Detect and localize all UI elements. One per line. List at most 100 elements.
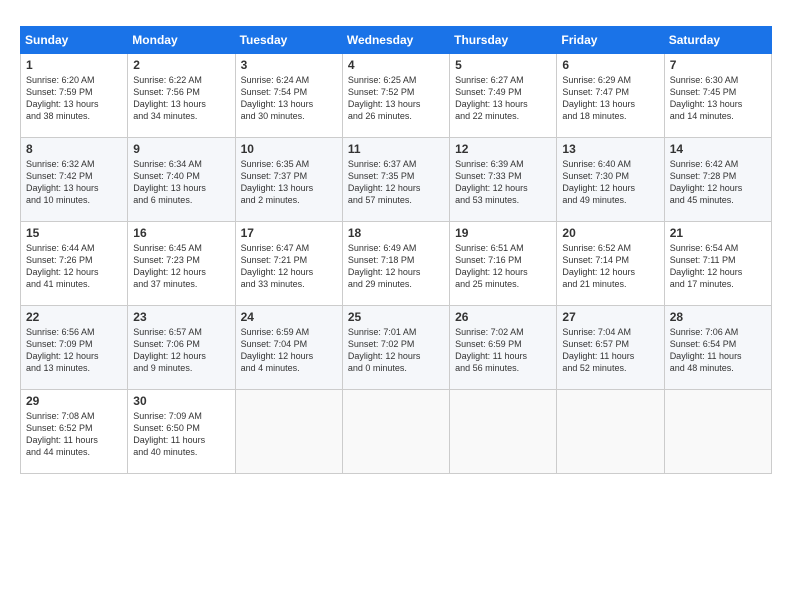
day-number: 8 — [26, 142, 122, 156]
day-number: 16 — [133, 226, 229, 240]
day-number: 22 — [26, 310, 122, 324]
day-info: Sunrise: 6:27 AM Sunset: 7:49 PM Dayligh… — [455, 74, 551, 123]
day-info: Sunrise: 6:45 AM Sunset: 7:23 PM Dayligh… — [133, 242, 229, 291]
day-info: Sunrise: 6:57 AM Sunset: 7:06 PM Dayligh… — [133, 326, 229, 375]
day-number: 14 — [670, 142, 766, 156]
day-number: 27 — [562, 310, 658, 324]
cell-week2-day3: 10 Sunrise: 6:35 AM Sunset: 7:37 PM Dayli… — [235, 138, 342, 222]
cell-week5-day3 — [235, 390, 342, 474]
cell-week1-day1: 1 Sunrise: 6:20 AM Sunset: 7:59 PM Daylig… — [21, 54, 128, 138]
day-number: 23 — [133, 310, 229, 324]
day-number: 29 — [26, 394, 122, 408]
day-number: 9 — [133, 142, 229, 156]
day-info: Sunrise: 7:09 AM Sunset: 6:50 PM Dayligh… — [133, 410, 229, 459]
cell-week1-day5: 5 Sunrise: 6:27 AM Sunset: 7:49 PM Daylig… — [450, 54, 557, 138]
day-number: 1 — [26, 58, 122, 72]
cell-week1-day4: 4 Sunrise: 6:25 AM Sunset: 7:52 PM Daylig… — [342, 54, 449, 138]
cell-week2-day7: 14 Sunrise: 6:42 AM Sunset: 7:28 PM Dayli… — [664, 138, 771, 222]
day-info: Sunrise: 6:32 AM Sunset: 7:42 PM Dayligh… — [26, 158, 122, 207]
day-info: Sunrise: 6:40 AM Sunset: 7:30 PM Dayligh… — [562, 158, 658, 207]
cell-week4-day5: 26 Sunrise: 7:02 AM Sunset: 6:59 PM Dayli… — [450, 306, 557, 390]
day-number: 15 — [26, 226, 122, 240]
col-header-wednesday: Wednesday — [342, 27, 449, 54]
day-info: Sunrise: 6:34 AM Sunset: 7:40 PM Dayligh… — [133, 158, 229, 207]
col-header-sunday: Sunday — [21, 27, 128, 54]
day-info: Sunrise: 7:01 AM Sunset: 7:02 PM Dayligh… — [348, 326, 444, 375]
cell-week3-day6: 20 Sunrise: 6:52 AM Sunset: 7:14 PM Dayli… — [557, 222, 664, 306]
day-info: Sunrise: 7:02 AM Sunset: 6:59 PM Dayligh… — [455, 326, 551, 375]
calendar-page: SundayMondayTuesdayWednesdayThursdayFrid… — [0, 0, 792, 612]
col-header-friday: Friday — [557, 27, 664, 54]
day-info: Sunrise: 6:30 AM Sunset: 7:45 PM Dayligh… — [670, 74, 766, 123]
cell-week2-day5: 12 Sunrise: 6:39 AM Sunset: 7:33 PM Dayli… — [450, 138, 557, 222]
calendar-table: SundayMondayTuesdayWednesdayThursdayFrid… — [20, 26, 772, 474]
day-info: Sunrise: 7:04 AM Sunset: 6:57 PM Dayligh… — [562, 326, 658, 375]
cell-week2-day2: 9 Sunrise: 6:34 AM Sunset: 7:40 PM Daylig… — [128, 138, 235, 222]
day-info: Sunrise: 6:24 AM Sunset: 7:54 PM Dayligh… — [241, 74, 337, 123]
day-number: 24 — [241, 310, 337, 324]
cell-week4-day3: 24 Sunrise: 6:59 AM Sunset: 7:04 PM Dayli… — [235, 306, 342, 390]
cell-week2-day1: 8 Sunrise: 6:32 AM Sunset: 7:42 PM Daylig… — [21, 138, 128, 222]
cell-week4-day2: 23 Sunrise: 6:57 AM Sunset: 7:06 PM Dayli… — [128, 306, 235, 390]
cell-week4-day4: 25 Sunrise: 7:01 AM Sunset: 7:02 PM Dayli… — [342, 306, 449, 390]
cell-week5-day1: 29 Sunrise: 7:08 AM Sunset: 6:52 PM Dayli… — [21, 390, 128, 474]
day-number: 4 — [348, 58, 444, 72]
cell-week4-day1: 22 Sunrise: 6:56 AM Sunset: 7:09 PM Dayli… — [21, 306, 128, 390]
day-number: 10 — [241, 142, 337, 156]
cell-week5-day5 — [450, 390, 557, 474]
cell-week3-day4: 18 Sunrise: 6:49 AM Sunset: 7:18 PM Dayli… — [342, 222, 449, 306]
day-number: 7 — [670, 58, 766, 72]
day-info: Sunrise: 6:25 AM Sunset: 7:52 PM Dayligh… — [348, 74, 444, 123]
day-number: 18 — [348, 226, 444, 240]
cell-week2-day6: 13Sunrise: 6:40 AM Sunset: 7:30 PM Dayli… — [557, 138, 664, 222]
day-number: 6 — [562, 58, 658, 72]
week-row-4: 22 Sunrise: 6:56 AM Sunset: 7:09 PM Dayli… — [21, 306, 772, 390]
day-info: Sunrise: 6:59 AM Sunset: 7:04 PM Dayligh… — [241, 326, 337, 375]
day-info: Sunrise: 7:08 AM Sunset: 6:52 PM Dayligh… — [26, 410, 122, 459]
day-number: 21 — [670, 226, 766, 240]
day-info: Sunrise: 6:37 AM Sunset: 7:35 PM Dayligh… — [348, 158, 444, 207]
col-header-saturday: Saturday — [664, 27, 771, 54]
cell-week2-day4: 11Sunrise: 6:37 AM Sunset: 7:35 PM Dayli… — [342, 138, 449, 222]
cell-week5-day6 — [557, 390, 664, 474]
day-info: Sunrise: 7:06 AM Sunset: 6:54 PM Dayligh… — [670, 326, 766, 375]
day-info: Sunrise: 6:44 AM Sunset: 7:26 PM Dayligh… — [26, 242, 122, 291]
day-number: 17 — [241, 226, 337, 240]
day-number: 2 — [133, 58, 229, 72]
cell-week1-day6: 6Sunrise: 6:29 AM Sunset: 7:47 PM Daylig… — [557, 54, 664, 138]
cell-week1-day7: 7 Sunrise: 6:30 AM Sunset: 7:45 PM Daylig… — [664, 54, 771, 138]
col-header-thursday: Thursday — [450, 27, 557, 54]
day-info: Sunrise: 6:20 AM Sunset: 7:59 PM Dayligh… — [26, 74, 122, 123]
day-info: Sunrise: 6:22 AM Sunset: 7:56 PM Dayligh… — [133, 74, 229, 123]
day-number: 30 — [133, 394, 229, 408]
day-number: 3 — [241, 58, 337, 72]
cell-week1-day3: 3 Sunrise: 6:24 AM Sunset: 7:54 PM Daylig… — [235, 54, 342, 138]
col-header-tuesday: Tuesday — [235, 27, 342, 54]
day-number: 12 — [455, 142, 551, 156]
cell-week5-day2: 30 Sunrise: 7:09 AM Sunset: 6:50 PM Dayli… — [128, 390, 235, 474]
cell-week3-day1: 15 Sunrise: 6:44 AM Sunset: 7:26 PM Dayli… — [21, 222, 128, 306]
cell-week5-day4 — [342, 390, 449, 474]
day-number: 26 — [455, 310, 551, 324]
day-number: 19 — [455, 226, 551, 240]
week-row-2: 8 Sunrise: 6:32 AM Sunset: 7:42 PM Daylig… — [21, 138, 772, 222]
header — [20, 16, 772, 18]
cell-week3-day2: 16 Sunrise: 6:45 AM Sunset: 7:23 PM Dayli… — [128, 222, 235, 306]
day-info: Sunrise: 6:56 AM Sunset: 7:09 PM Dayligh… — [26, 326, 122, 375]
day-number: 20 — [562, 226, 658, 240]
cell-week4-day7: 28 Sunrise: 7:06 AM Sunset: 6:54 PM Dayli… — [664, 306, 771, 390]
day-info: Sunrise: 6:51 AM Sunset: 7:16 PM Dayligh… — [455, 242, 551, 291]
day-number: 28 — [670, 310, 766, 324]
day-info: Sunrise: 6:39 AM Sunset: 7:33 PM Dayligh… — [455, 158, 551, 207]
day-number: 5 — [455, 58, 551, 72]
week-row-3: 15 Sunrise: 6:44 AM Sunset: 7:26 PM Dayli… — [21, 222, 772, 306]
day-info: Sunrise: 6:42 AM Sunset: 7:28 PM Dayligh… — [670, 158, 766, 207]
day-info: Sunrise: 6:52 AM Sunset: 7:14 PM Dayligh… — [562, 242, 658, 291]
day-info: Sunrise: 6:54 AM Sunset: 7:11 PM Dayligh… — [670, 242, 766, 291]
day-info: Sunrise: 6:49 AM Sunset: 7:18 PM Dayligh… — [348, 242, 444, 291]
week-row-1: 1 Sunrise: 6:20 AM Sunset: 7:59 PM Daylig… — [21, 54, 772, 138]
cell-week3-day5: 19 Sunrise: 6:51 AM Sunset: 7:16 PM Dayli… — [450, 222, 557, 306]
day-info: Sunrise: 6:35 AM Sunset: 7:37 PM Dayligh… — [241, 158, 337, 207]
day-number: 25 — [348, 310, 444, 324]
cell-week5-day7 — [664, 390, 771, 474]
